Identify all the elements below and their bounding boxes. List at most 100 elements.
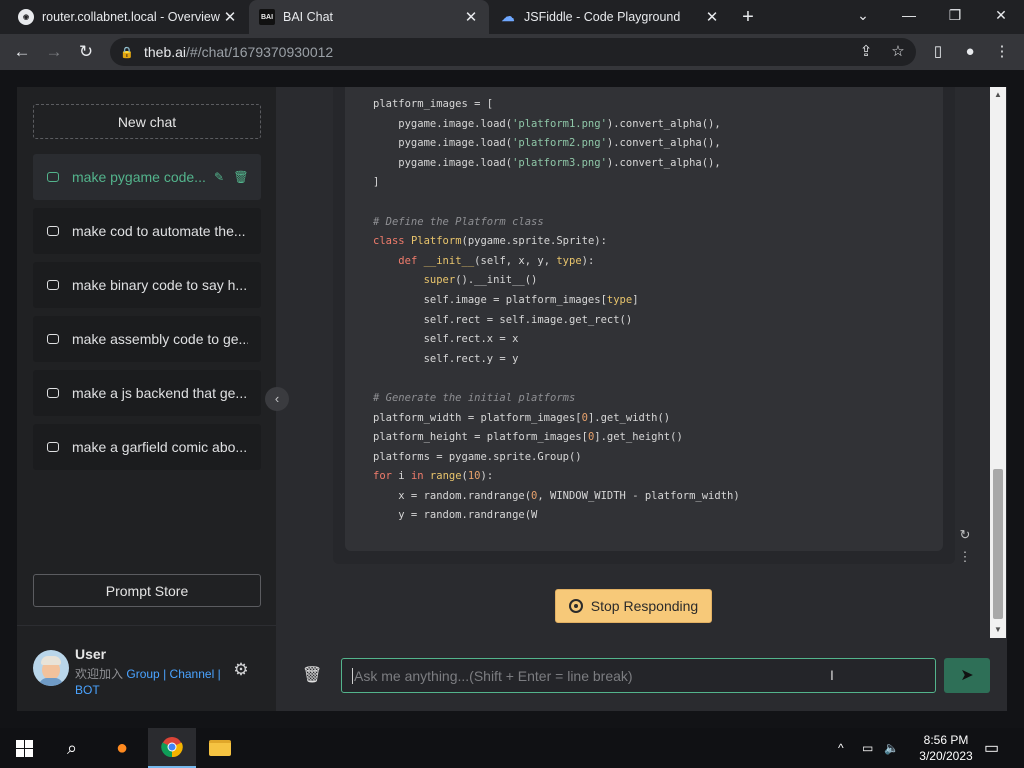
code-token: platforms = pygame.sprite.Group() [373,450,582,463]
link-separator: | [217,667,221,681]
code-token: ().__init__() [455,274,538,287]
firefox-icon[interactable]: ● [98,728,146,768]
code-line: y = random.randrange(W [373,506,943,526]
close-window-button[interactable]: ✕ [978,0,1024,30]
code-token: ).convert_alpha(), [606,117,721,130]
code-token: i [398,470,411,483]
channel-link[interactable]: Channel [170,667,215,681]
tab-jsfiddle[interactable]: ☁ JSFiddle - Code Playground ✕ [490,0,730,34]
code-token: ].get_width() [587,411,671,424]
bookmark-star-icon[interactable]: ☆ [886,40,910,64]
close-icon[interactable]: ✕ [463,8,479,26]
restore-button[interactable]: ❐ [932,0,978,30]
search-icon[interactable]: ⌕ [48,728,96,768]
forward-button[interactable]: → [42,40,66,64]
browser-toolbar: ← → ↻ 🔒 theb.ai /#/chat/1679370930012 ⇪ … [0,34,1024,70]
menu-kebab-icon[interactable]: ⋮ [990,40,1014,64]
address-bar[interactable]: 🔒 theb.ai /#/chat/1679370930012 [110,38,916,66]
chat-history-item[interactable]: make pygame code... ✎ 🗑 [33,154,261,200]
show-hidden-icons[interactable]: ^ [838,728,844,768]
reload-button[interactable]: ↻ [74,40,98,64]
prompt-store-button[interactable]: Prompt Store [33,574,261,607]
share-icon[interactable]: ⇪ [854,40,878,64]
file-explorer-icon[interactable] [196,728,244,768]
scroll-up-arrow[interactable]: ▲ [990,87,1006,103]
code-token: ] [632,293,639,306]
code-token: self.image = platform_images[ [373,293,607,306]
code-token: type [606,293,633,306]
system-clock[interactable]: 8:56 PM 3/20/2023 [906,732,986,764]
chrome-icon[interactable] [148,728,196,768]
network-icon[interactable]: ▭ [862,728,873,768]
chat-history-item[interactable]: make cod to automate the... [33,208,261,254]
code-line: self.rect = self.image.get_rect() [373,311,943,331]
code-line: # Generate the initial platforms [373,389,943,409]
minimize-button[interactable]: — [886,0,932,30]
delete-icon[interactable]: 🗑 [230,170,252,184]
collapse-sidebar-button[interactable]: ‹ [265,387,289,411]
chat-history-item[interactable]: make assembly code to ge... [33,316,261,362]
gear-icon[interactable]: ⚙ [231,660,251,680]
code-line: self.rect.y = y [373,350,943,370]
chat-bubble-icon [47,172,59,182]
bai-icon: BAI [259,9,275,25]
side-panel-icon[interactable]: ▯ [926,40,950,64]
scroll-thumb[interactable] [993,469,1003,619]
code-token: super [423,274,456,287]
code-line: self.image = platform_images[type] [373,291,943,311]
chat-history-item[interactable]: make a garfield comic abo... [33,424,261,470]
profile-icon[interactable]: ● [958,40,982,64]
chrome-logo [161,737,183,758]
code-token: in [410,470,430,483]
tab-router[interactable]: ◉ router.collabnet.local - Overview ✕ [8,0,248,34]
scroll-down-arrow[interactable]: ▼ [990,622,1006,638]
send-button[interactable]: ➤ [944,658,990,693]
back-button[interactable]: ← [10,40,34,64]
code-token: self.rect = self.image.get_rect() [373,313,633,326]
code-token: , WINDOW_WIDTH - platform_width) [537,489,740,502]
close-icon[interactable]: ✕ [704,8,720,26]
clock-date: 3/20/2023 [919,749,973,763]
clear-chat-icon[interactable]: 🗑 [302,665,322,687]
code-token: self.rect.x = x [373,333,519,346]
code-block: platform_images = [ pygame.image.load('p… [345,87,943,551]
code-token: ): [581,254,595,267]
tab-search-icon[interactable]: ⌄ [840,0,886,30]
avatar[interactable] [33,650,69,686]
user-panel: User 欢迎加入 Group | Channel | BOT ⚙ [17,625,276,711]
code-token: range [429,470,462,483]
code-token: type [556,254,582,267]
page-scrollbar[interactable]: ▲ ▼ [990,87,1006,638]
url-host: theb.ai [144,44,187,60]
code-token: pygame.image.load( [373,156,513,169]
start-button[interactable] [0,728,48,768]
bot-link[interactable]: BOT [75,683,100,697]
chat-input[interactable]: Ask me anything...(Shift + Enter = line … [341,658,936,693]
regenerate-icon[interactable]: ↻ [957,527,973,543]
edit-icon[interactable]: ✎ [208,170,230,184]
code-line: pygame.image.load('platform1.png').conve… [373,115,943,135]
volume-muted-icon[interactable]: 🔈 [884,728,899,768]
input-placeholder: Ask me anything...(Shift + Enter = line … [354,667,633,684]
chat-history-item[interactable]: make binary code to say h... [33,262,261,308]
tab-title: BAI Chat [283,10,334,24]
clock-time: 8:56 PM [923,733,969,747]
chat-main: platform_images = [ pygame.image.load('p… [276,87,1007,711]
code-token: pygame.image.load( [373,117,513,130]
close-icon[interactable]: ✕ [222,8,238,26]
stop-responding-button[interactable]: Stop Responding [555,589,712,623]
chat-title: make a js backend that ge... [72,385,248,401]
tab-bai-chat[interactable]: BAI BAI Chat ✕ [249,0,489,34]
notifications-icon[interactable]: ▭ [984,728,999,768]
code-line: class Platform(pygame.sprite.Sprite): [373,232,943,252]
new-tab-button[interactable]: + [736,5,760,29]
code-token: (pygame.sprite.Sprite): [461,235,607,248]
code-token: ].get_height() [594,431,683,444]
group-link[interactable]: Group [126,667,159,681]
new-chat-button[interactable]: New chat [33,104,261,139]
more-options-icon[interactable]: ⋮ [957,549,973,565]
code-token: def [398,254,424,267]
chat-history-item[interactable]: make a js backend that ge... [33,370,261,416]
